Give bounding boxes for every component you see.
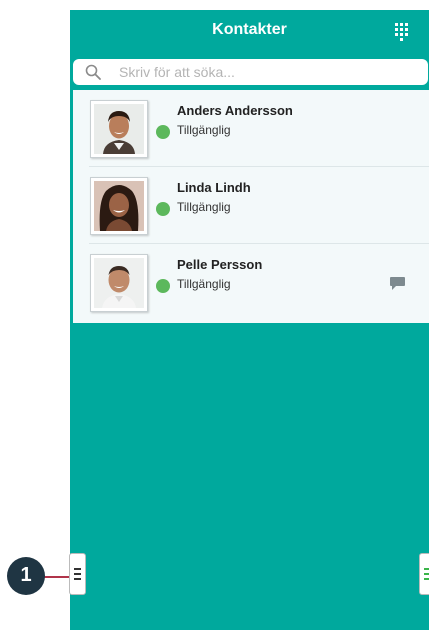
menu-icon-line (424, 578, 429, 580)
contact-name: Pelle Persson (177, 257, 263, 272)
chat-bubble-icon[interactable] (389, 276, 406, 296)
dialpad-icon[interactable] (394, 22, 410, 42)
contact-row[interactable]: Pelle Persson Tillgänglig (73, 244, 429, 321)
left-menu-handle[interactable] (69, 553, 86, 595)
status-indicator (156, 202, 170, 216)
menu-icon-line (74, 568, 81, 570)
page-title: Kontakter (212, 21, 287, 38)
avatar (90, 177, 148, 235)
menu-icon-line (74, 578, 81, 580)
right-menu-handle[interactable] (419, 553, 429, 595)
menu-icon-line (424, 568, 429, 570)
app-screen: Kontakter Skriv för att söka... Anders A… (70, 10, 429, 630)
contact-row[interactable]: Anders Andersson Tillgänglig (73, 90, 429, 167)
avatar (90, 254, 148, 312)
search-icon (85, 64, 101, 80)
contact-status: Tillgänglig (177, 200, 231, 214)
callout-badge: 1 (7, 557, 45, 595)
contact-status: Tillgänglig (177, 123, 231, 137)
search-input[interactable] (119, 62, 409, 82)
contact-row[interactable]: Linda Lindh Tillgänglig (73, 167, 429, 244)
callout-number: 1 (20, 564, 32, 586)
status-indicator (156, 279, 170, 293)
contact-name: Anders Andersson (177, 103, 293, 118)
contact-list: Anders Andersson Tillgänglig Linda Lindh… (73, 90, 429, 323)
menu-icon-line (74, 573, 81, 575)
search-bar (73, 59, 428, 85)
callout-pointer-line (44, 576, 69, 578)
avatar (90, 100, 148, 158)
menu-icon-line (424, 573, 429, 575)
contact-status: Tillgänglig (177, 277, 231, 291)
header-bar: Kontakter (70, 10, 429, 54)
contact-name: Linda Lindh (177, 180, 251, 195)
status-indicator (156, 125, 170, 139)
